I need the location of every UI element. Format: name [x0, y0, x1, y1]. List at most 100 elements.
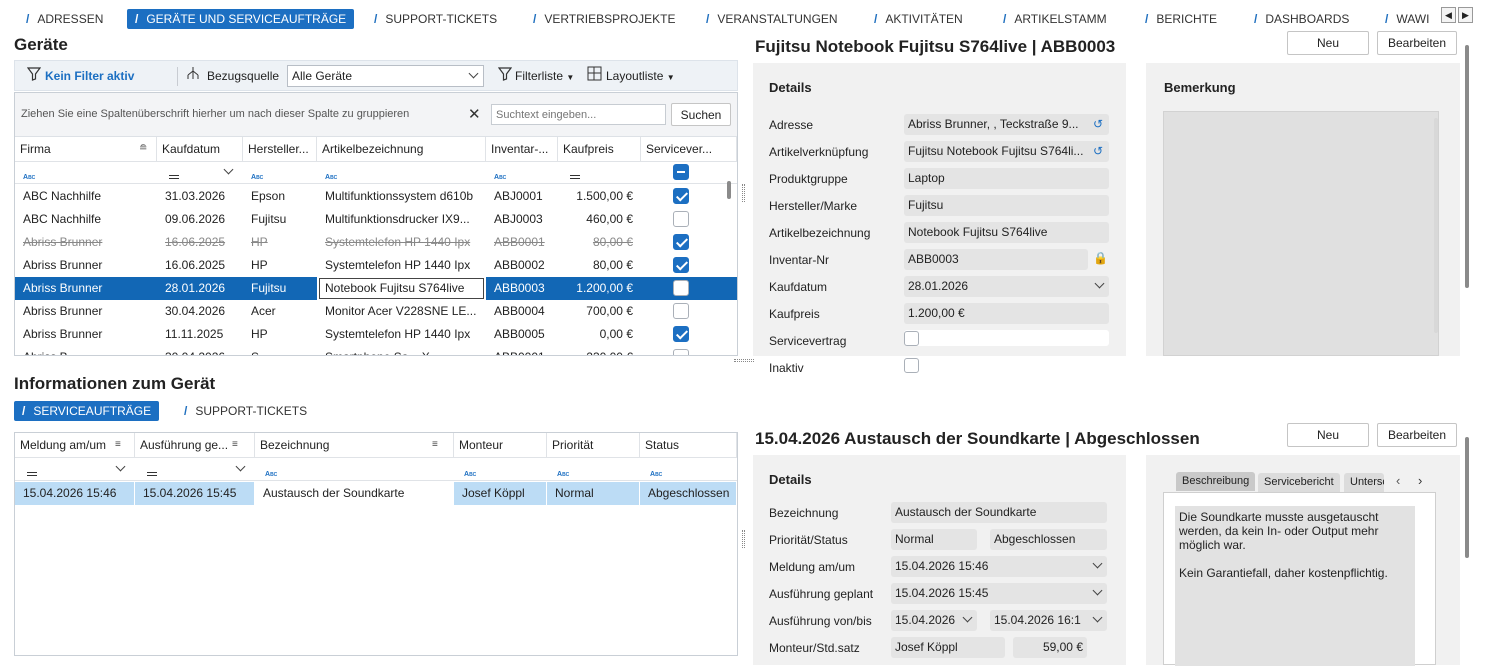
filterlist-button[interactable]: Filterliste ▼ — [497, 61, 574, 91]
table-row[interactable]: Abriss Brunner 16.06.2025 HP Systemtelefon … — [15, 254, 737, 277]
search-button[interactable]: Suchen — [671, 103, 731, 126]
text-filter-icon[interactable]: ABC — [325, 168, 337, 182]
chevron-right-icon[interactable]: › — [1418, 473, 1422, 488]
field-value[interactable]: Laptop — [904, 168, 1109, 189]
field-value[interactable]: Fujitsu — [904, 195, 1109, 216]
text-filter-icon[interactable]: ABC — [557, 465, 569, 479]
description-text[interactable]: Die Soundkarte musste ausgetauscht werde… — [1175, 506, 1415, 666]
nav-item-adressen[interactable]: / ADRESSEN — [26, 9, 103, 29]
nav-item-veranstaltungen[interactable]: / VERANSTALTUNGEN — [706, 9, 838, 29]
sort-icon[interactable]: ≘ — [139, 143, 147, 154]
table-row[interactable]: Abriss Brunner 16.06.2025 HP Systemtelefon … — [15, 231, 737, 254]
nav-scroll-left-button[interactable]: ◀ — [1441, 7, 1456, 23]
column-header[interactable]: Monteur — [454, 433, 547, 457]
column-header[interactable]: Status — [640, 433, 737, 457]
text-filter-icon[interactable]: ABC — [650, 465, 662, 479]
field-checkbox[interactable] — [904, 357, 1109, 373]
clear-search-icon[interactable]: ✕ — [468, 105, 481, 123]
link-icon[interactable]: ↺ — [1093, 141, 1103, 162]
new-device-button[interactable]: Neu — [1287, 31, 1369, 55]
source-select[interactable]: Alle Geräte — [287, 65, 484, 87]
column-header[interactable]: Firma — [15, 137, 157, 161]
equals-filter-icon[interactable] — [27, 465, 37, 479]
filter-status-button[interactable]: Kein Filter aktiv — [26, 61, 134, 91]
remark-textarea[interactable] — [1163, 111, 1439, 356]
lock-icon[interactable]: 🔒 — [1093, 251, 1108, 265]
servicevertrag-checkbox[interactable] — [673, 280, 689, 296]
field-prioritaet[interactable]: Normal — [891, 529, 977, 550]
edit-device-button[interactable]: Bearbeiten — [1377, 31, 1457, 55]
column-filter-icon[interactable]: ≡ — [115, 439, 121, 450]
servicevertrag-checkbox[interactable] — [673, 257, 689, 273]
column-header[interactable]: Kaufpreis — [558, 137, 641, 161]
field-stundensatz[interactable]: 59,00 € — [1013, 637, 1087, 658]
field-value[interactable]: 1.200,00 € — [904, 303, 1109, 324]
table-row[interactable]: ABC Nachhilfe 31.03.2026 Epson Multifunktio… — [15, 185, 737, 208]
text-filter-icon[interactable]: ABC — [251, 168, 263, 182]
filter-checkbox[interactable] — [673, 164, 689, 180]
servicevertrag-checkbox[interactable] — [673, 303, 689, 319]
nav-item-wawi[interactable]: / WAWI — [1385, 9, 1429, 29]
field-value[interactable]: 28.01.2026 — [904, 276, 1109, 297]
subtab-servicebericht[interactable]: Servicebericht — [1258, 473, 1340, 492]
layoutlist-button[interactable]: Layoutliste ▼ — [587, 61, 675, 91]
column-header[interactable]: Bezeichnung — [255, 433, 454, 457]
nav-item-aktivitaeten[interactable]: / AKTIVITÄTEN — [874, 9, 963, 29]
servicevertrag-checkbox[interactable] — [673, 349, 689, 355]
field-monteur[interactable]: Josef Köppl — [891, 637, 1005, 658]
table-row[interactable]: 15.04.2026 15:46 15.04.2026 15:45 Austausc… — [15, 482, 737, 505]
chevron-down-icon[interactable] — [1094, 278, 1105, 289]
nav-item-vertriebsprojekte[interactable]: / VERTRIEBSPROJEKTE — [533, 9, 676, 29]
nav-scroll-right-button[interactable]: ▶ — [1458, 7, 1473, 23]
table-row[interactable]: Abriss Brunner 30.04.2026 Acer Monitor Acer… — [15, 300, 737, 323]
search-input[interactable] — [491, 104, 666, 125]
field-value[interactable]: Fujitsu Notebook Fujitsu S764li... ↺ — [904, 141, 1109, 162]
text-filter-icon[interactable]: ABC — [464, 465, 476, 479]
splitter-handle[interactable] — [742, 184, 745, 202]
field-meldung[interactable]: 15.04.2026 15:46 — [891, 556, 1107, 577]
nav-item-berichte[interactable]: / BERICHTE — [1145, 9, 1217, 29]
text-filter-icon[interactable]: ABC — [23, 168, 35, 182]
table-row[interactable]: Abriss Brunner 28.01.2026 Fujitsu Notebook … — [15, 277, 737, 300]
nav-item-dashboards[interactable]: / DASHBOARDS — [1254, 9, 1349, 29]
table-row[interactable]: ABC Nachhilfe 09.06.2026 Fujitsu Multifunkt… — [15, 208, 737, 231]
subtab-beschreibung[interactable]: Beschreibung — [1176, 472, 1256, 491]
equals-filter-icon[interactable] — [169, 168, 179, 182]
field-ausfuehrung-bis[interactable]: 15.04.2026 16:1 — [990, 610, 1107, 631]
servicevertrag-checkbox[interactable] — [673, 211, 689, 227]
nav-item-geraete[interactable]: / GERÄTE UND SERVICEAUFTRÄGE — [127, 9, 355, 29]
field-checkbox[interactable] — [904, 330, 1109, 346]
splitter-handle[interactable] — [742, 530, 745, 548]
equals-filter-icon[interactable] — [570, 168, 580, 182]
field-value[interactable]: ABB0003 — [904, 249, 1088, 270]
nav-item-artikelstamm[interactable]: / ARTIKELSTAMM — [1003, 9, 1107, 29]
column-header[interactable]: Servicever... — [641, 137, 737, 161]
new-order-button[interactable]: Neu — [1287, 423, 1369, 447]
field-bezeichnung[interactable]: Austausch der Soundkarte — [891, 502, 1107, 523]
table-row[interactable]: Abriss B...30.04.2026S...Smartphone Sa..… — [15, 346, 737, 355]
devices-scrollbar[interactable] — [727, 181, 731, 199]
servicevertrag-checkbox[interactable] — [673, 326, 689, 342]
edit-order-button[interactable]: Bearbeiten — [1377, 423, 1457, 447]
field-status[interactable]: Abgeschlossen — [990, 529, 1107, 550]
text-filter-icon[interactable]: ABC — [265, 465, 277, 479]
column-header[interactable]: Inventar-... — [486, 137, 558, 161]
field-ausfuehrung-geplant[interactable]: 15.04.2026 15:45 — [891, 583, 1107, 604]
column-filter-icon[interactable]: ≡ — [232, 439, 238, 450]
servicevertrag-checkbox[interactable] — [673, 234, 689, 250]
column-header[interactable]: Artikelbezeichnung — [317, 137, 486, 161]
servicevertrag-checkbox[interactable] — [673, 188, 689, 204]
order-detail-scrollbar[interactable] — [1465, 437, 1469, 558]
field-ausfuehrung-von[interactable]: 15.04.2026 — [891, 610, 977, 631]
field-value[interactable]: Abriss Brunner, , Teckstraße 9... ↺ — [904, 114, 1109, 135]
splitter-handle[interactable] — [734, 359, 754, 362]
subtab-unterschrift[interactable]: Untersc — [1344, 473, 1384, 492]
table-row[interactable]: Abriss Brunner 11.11.2025 HP Systemtelefon … — [15, 323, 737, 346]
text-filter-icon[interactable]: ABC — [494, 168, 506, 182]
detail-scrollbar[interactable] — [1465, 45, 1469, 288]
link-icon[interactable]: ↺ — [1093, 114, 1103, 135]
equals-filter-icon[interactable] — [147, 465, 157, 479]
column-header[interactable]: Hersteller... — [243, 137, 317, 161]
column-header[interactable]: Priorität — [547, 433, 640, 457]
tab-support-tickets[interactable]: / SUPPORT-TICKETS — [184, 401, 307, 421]
